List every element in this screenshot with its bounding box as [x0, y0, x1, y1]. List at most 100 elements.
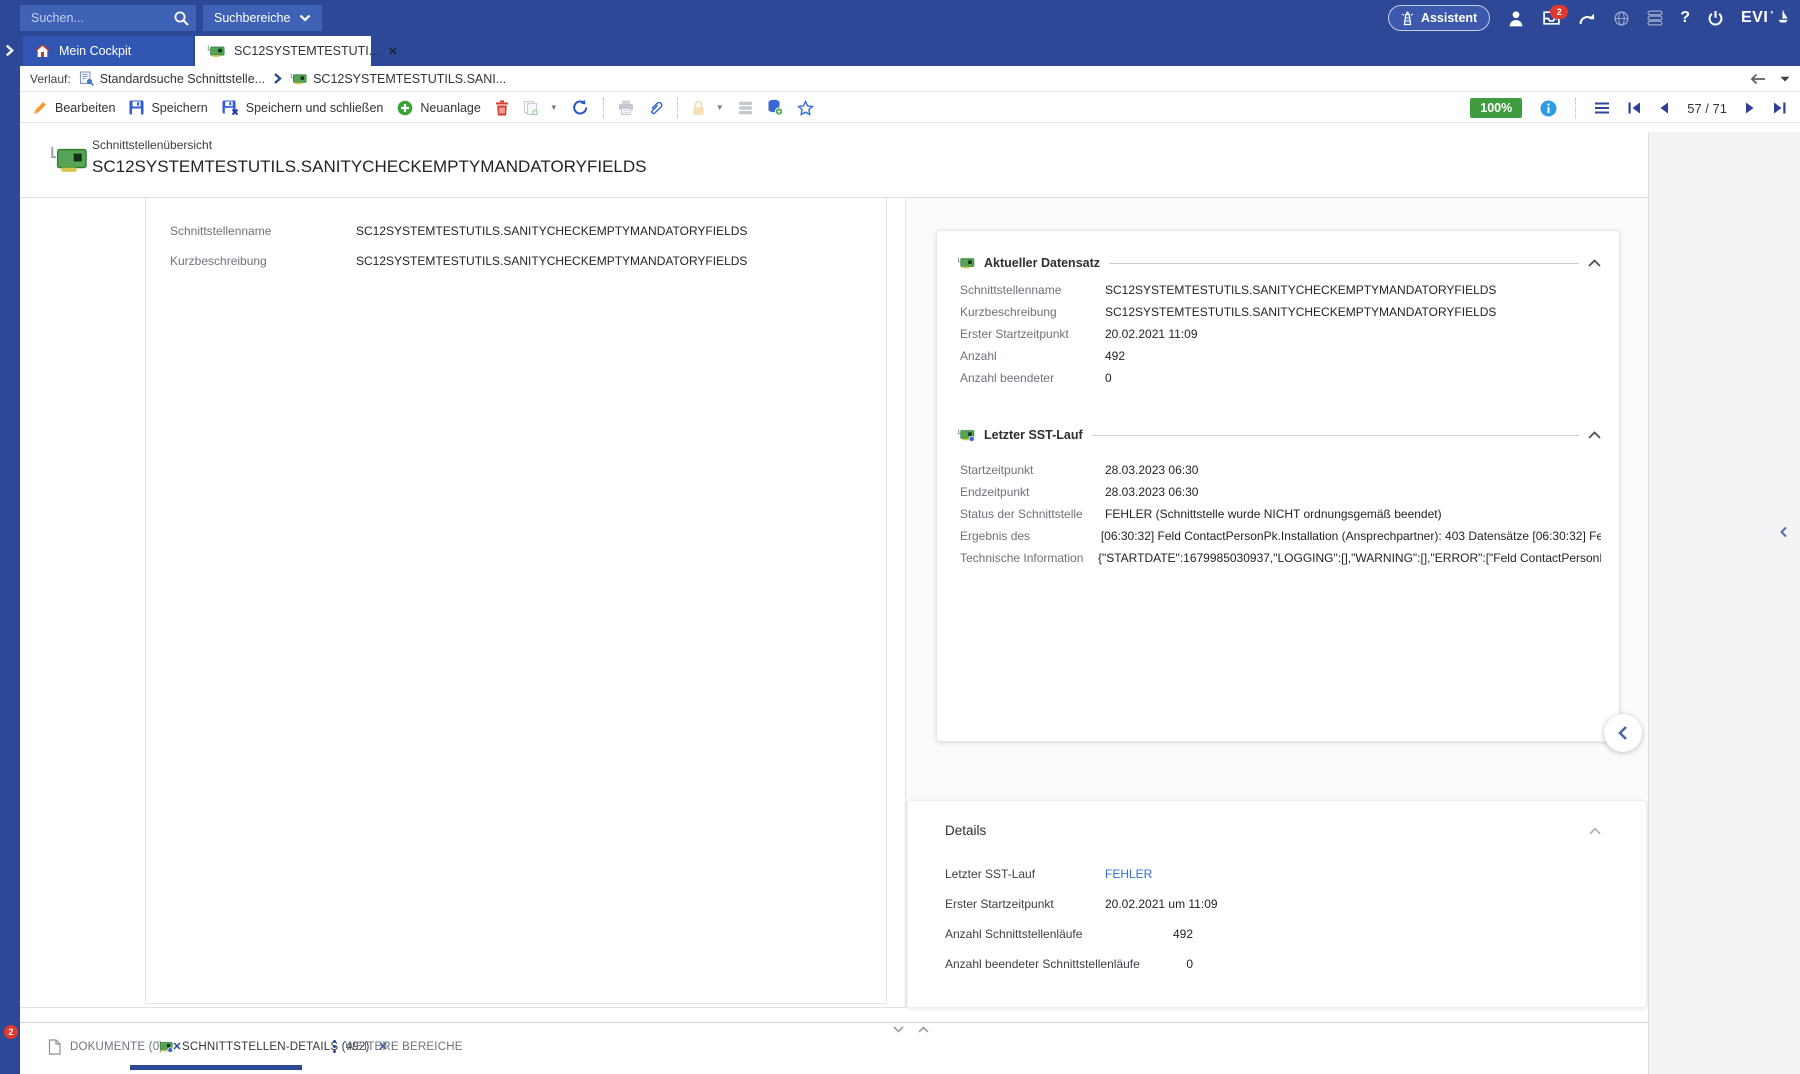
section-title: Aktueller Datensatz — [984, 256, 1100, 270]
field-value: 20.02.2021 um 11:09 — [1105, 897, 1218, 913]
edit-button[interactable]: Bearbeiten — [32, 100, 115, 116]
side-info-region: Aktueller Datensatz Schnittstellenname S… — [905, 198, 1648, 1008]
interface-card-icon — [157, 1040, 173, 1053]
inbox-icon[interactable]: 2 — [1542, 10, 1561, 26]
breadcrumb-item-interface[interactable]: SC12SYSTEMTESTUTILS.SANI... — [290, 72, 506, 86]
redo-icon[interactable] — [1578, 11, 1596, 26]
top-bar-actions: Assistent 2 ? EVI° — [1388, 0, 1790, 36]
interface-card-icon — [50, 144, 88, 176]
expand-right-panel-icon[interactable] — [1779, 526, 1788, 538]
toolbar: Bearbeiten Speichern Speichern und schli… — [20, 93, 1800, 123]
notification-badge[interactable]: 2 — [4, 1025, 18, 1039]
new-record-button[interactable]: Neuanlage — [397, 100, 480, 116]
field-label: Technische Information — [960, 551, 1098, 567]
breadcrumb-separator-icon — [273, 73, 282, 84]
attachment-button[interactable] — [648, 100, 663, 116]
user-icon[interactable] — [1507, 10, 1525, 27]
power-icon[interactable] — [1707, 10, 1724, 27]
chevron-down-icon — [299, 14, 311, 22]
section-last-run: Letzter SST-Lauf — [957, 425, 1601, 445]
breadcrumb-prefix: Verlauf: — [30, 72, 71, 86]
globe-icon[interactable] — [1613, 10, 1630, 27]
field-label: Anzahl — [960, 349, 1105, 365]
document-tab-bar: Mein Cockpit SC12SYSTEMTESTUTI... ✕ — [0, 36, 1800, 66]
lock-button[interactable] — [692, 100, 705, 116]
paperclip-icon — [648, 100, 663, 116]
interface-card-icon — [207, 44, 225, 59]
tab-interface-document[interactable]: SC12SYSTEMTESTUTI... ✕ — [195, 36, 371, 66]
tab-mein-cockpit[interactable]: Mein Cockpit — [23, 36, 193, 66]
field-value[interactable]: SC12SYSTEMTESTUTILS.SANITYCHECKEMPTYMAND… — [1105, 305, 1496, 321]
history-dropdown-icon[interactable] — [1780, 76, 1790, 83]
search-icon[interactable] — [173, 10, 190, 27]
top-bar: Suchbereiche Assistent 2 — [0, 0, 1800, 36]
first-page-icon[interactable] — [1628, 102, 1641, 114]
field-value[interactable]: 492 — [1105, 349, 1125, 365]
collapse-section-icon[interactable] — [1588, 431, 1601, 439]
previous-page-icon[interactable] — [1659, 102, 1669, 114]
toolbar-separator — [1575, 98, 1576, 118]
save-close-label: Speichern und schließen — [246, 101, 384, 115]
save-and-close-button[interactable]: Speichern und schließen — [222, 100, 384, 116]
tab-label: SC12SYSTEMTESTUTI... — [234, 44, 379, 58]
close-icon[interactable]: ✕ — [388, 45, 397, 58]
field-label: Ergebnis des — [960, 529, 1101, 545]
collapse-section-icon[interactable] — [1588, 259, 1601, 267]
last-run-status-link[interactable]: FEHLER — [1105, 867, 1152, 883]
collapse-details-icon[interactable] — [1589, 827, 1601, 835]
delete-button[interactable] — [495, 100, 509, 116]
copy-button[interactable] — [523, 100, 539, 116]
collapse-panel-button[interactable] — [1604, 714, 1642, 752]
quality-badge: 100% — [1470, 98, 1522, 118]
field-label: Anzahl beendeter — [960, 371, 1105, 387]
field-value[interactable]: [06:30:32] Feld ContactPersonPk.Installa… — [1101, 529, 1601, 545]
search-scope-dropdown[interactable]: Suchbereiche — [203, 5, 322, 31]
refresh-button[interactable] — [572, 99, 589, 116]
edit-label: Bearbeiten — [55, 101, 115, 115]
add-to-dataset-button[interactable] — [767, 99, 783, 116]
field-value[interactable]: 28.03.2023 06:30 — [1105, 485, 1198, 501]
info-icon[interactable] — [1540, 100, 1557, 117]
record-type-label: Schnittstellenübersicht — [92, 138, 212, 152]
interface-card-icon — [957, 256, 975, 270]
copy-dropdown-icon[interactable]: ▼ — [550, 103, 558, 112]
menu-icon[interactable] — [1594, 102, 1610, 114]
breadcrumb-item-label: Standardsuche Schnittstelle... — [100, 72, 265, 86]
field-value: 0 — [1105, 957, 1193, 973]
lighthouse-icon — [1401, 11, 1414, 26]
toolbar-separator — [677, 98, 678, 118]
field-value[interactable]: 0 — [1105, 371, 1112, 387]
toolbar-right: 100% 57 / 71 — [1470, 93, 1786, 123]
field-value[interactable]: 20.02.2021 11:09 — [1105, 327, 1198, 343]
search-input[interactable] — [29, 10, 173, 26]
global-search-box[interactable] — [20, 5, 196, 31]
field-value[interactable]: SC12SYSTEMTESTUTILS.SANITYCHECKEMPTYMAND… — [1105, 283, 1496, 299]
expand-left-panel-icon[interactable] — [3, 44, 16, 57]
help-icon[interactable]: ? — [1680, 9, 1690, 27]
field-value[interactable]: {"STARTDATE":1679985030937,"LOGGING":[],… — [1098, 551, 1601, 567]
field-value[interactable]: SC12SYSTEMTESTUTILS.SANITYCHECKEMPTYMAND… — [356, 224, 747, 240]
field-label: Status der Schnittstelle — [960, 507, 1105, 523]
database-icon[interactable] — [1647, 10, 1663, 26]
scroll-down-icon[interactable] — [893, 1026, 904, 1033]
favorite-button[interactable] — [797, 100, 814, 116]
brand-logo: EVI° — [1741, 9, 1790, 27]
print-button[interactable] — [618, 100, 634, 115]
next-page-icon[interactable] — [1745, 102, 1755, 114]
field-value[interactable]: SC12SYSTEMTESTUTILS.SANITYCHECKEMPTYMAND… — [356, 254, 747, 270]
last-page-icon[interactable] — [1773, 102, 1786, 114]
breadcrumb: Verlauf: Standardsuche Schnittstelle... … — [20, 66, 1800, 92]
lock-dropdown-icon[interactable]: ▼ — [716, 103, 724, 112]
panel-scroll-controls — [893, 1026, 929, 1033]
save-button[interactable]: Speichern — [129, 100, 207, 115]
lock-icon — [692, 100, 705, 116]
batch-button[interactable] — [738, 100, 753, 116]
assistant-button[interactable]: Assistent — [1388, 5, 1490, 31]
field-value[interactable]: FEHLER (Schnittstelle wurde NICHT ordnun… — [1105, 507, 1442, 523]
bottom-tab-more-areas[interactable]: WEITERE BEREICHE — [333, 1023, 463, 1070]
floppy-close-icon — [222, 100, 239, 116]
breadcrumb-item-search[interactable]: Standardsuche Schnittstelle... — [79, 71, 265, 86]
back-arrow-icon[interactable] — [1750, 73, 1766, 85]
scroll-up-icon[interactable] — [918, 1026, 929, 1033]
field-value[interactable]: 28.03.2023 06:30 — [1105, 463, 1198, 479]
